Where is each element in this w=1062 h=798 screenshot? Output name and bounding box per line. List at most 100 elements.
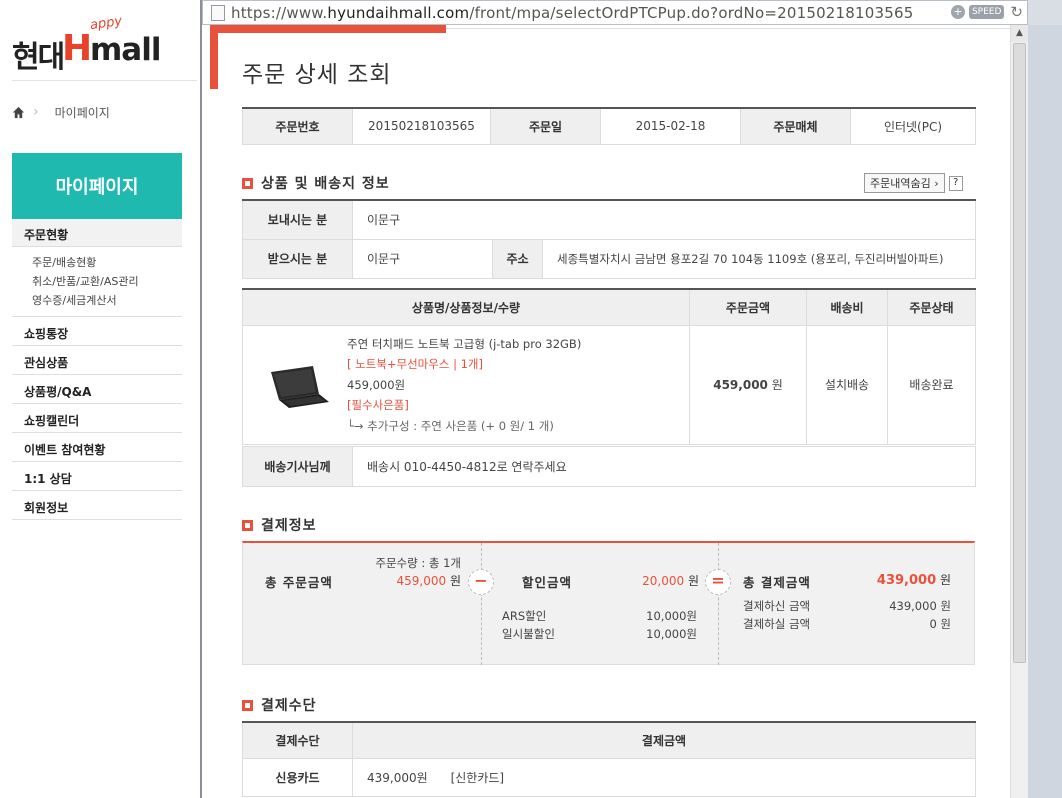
sidebar-subitem-cancel-return[interactable]: 취소/반품/교환/AS관리 [32,272,182,291]
sidebar-item-wishlist[interactable]: 관심상품 [12,346,182,375]
laptop-product-image[interactable] [263,358,333,412]
order-amount-unit: 원 [771,378,783,393]
col-header-product: 상품명/상품정보/수량 [242,288,690,326]
receiver-label: 받으시는 분 [242,238,353,279]
product-price: 459,000원 [347,377,406,392]
unit-won: 원 [449,574,461,588]
discount-label: 할인금액 [522,575,573,590]
address-bar-actions: + SPEED ↻ [950,3,1023,21]
breadcrumb: › 마이페이지 [12,102,110,122]
shipping-type: 설치배송 [806,324,888,445]
sidebar-item-reviews-qa[interactable]: 상품평/Q&A [12,375,182,404]
sidebar-submenu: 주문/배송현황 취소/반품/교환/AS관리 영수증/세금계산서 [12,247,182,317]
sidebar-item-shopping-account[interactable]: 쇼핑통장 [12,317,182,346]
total-order-amount: 459,000 원 [375,572,462,589]
col-header-amount: 주문금액 [689,288,807,326]
url-path: /front/mpa/selectOrdPTCPup.do?ordNo=2015… [469,3,914,22]
product-name[interactable]: 주연 터치패드 노트북 고급형 (j-tab pro 32GB) [347,334,581,355]
payment-divider [481,543,482,665]
payment-section-heading: 결제정보 [242,515,317,535]
table-row: 보내시는 분 이문구 [242,199,977,240]
table-row: 주연 터치패드 노트북 고급형 (j-tab pro 32GB) [ 노트북+무… [242,324,976,445]
sidebar-item-events[interactable]: 이벤트 참여현황 [12,433,182,462]
sidebar-item-order-status[interactable]: 주문현황 [12,219,182,247]
table-row: 신용카드 439,000원 [신한카드] [242,757,976,797]
method-amount-cell: 439,000원 [신한카드] [352,757,976,797]
help-button[interactable]: ? [948,175,963,191]
card-name: [신한카드] [450,770,505,785]
order-date-value: 2015-02-18 [600,107,741,145]
sidebar-item-consult[interactable]: 1:1 상담 [12,462,182,491]
sidebar-subitem-receipt[interactable]: 영수증/세금계산서 [32,291,182,310]
section-bullet-icon [242,177,253,189]
sidebar-item-member-info[interactable]: 회원정보 [12,491,182,520]
url-text[interactable]: https://www.hyundaihmall.com/front/mpa/s… [231,4,914,22]
page-title: 주문 상세 조회 [242,62,392,88]
discount-item-name: 일시불할인 [502,627,555,641]
extra-component: └→ 추가구성 : 주연 사은품 (+ 0 원/ 1 개) [347,418,554,433]
chevron-right-icon: › [33,104,39,120]
sidebar-subitem-order-delivery[interactable]: 주문/배송현황 [32,253,182,272]
order-no-label: 주문번호 [242,107,353,145]
col-header-pay-amount: 결제금액 [352,721,976,759]
payment-divider [718,543,719,665]
method-value: 신용카드 [242,757,353,797]
col-header-status: 주문상태 [887,288,976,326]
scroll-up-arrow-icon[interactable]: ▲ [1011,25,1028,42]
sidebar-menu: 주문현황 주문/배송현황 취소/반품/교환/AS관리 영수증/세금계산서 쇼핑통… [12,219,182,520]
paid-amount: 439,000 원 [889,599,951,613]
sender-value: 이문구 [351,199,977,240]
delivery-message-value: 배송시 010-4450-4812로 연락주세요 [352,446,976,487]
method-amount: 439,000원 [367,770,428,785]
section-bullet-icon [242,519,253,531]
hmall-logo[interactable]: 현대 H mall appy [12,13,162,75]
vertical-scrollbar[interactable]: ▲ [1010,25,1028,798]
delivery-message-table: 배송기사님께 배송시 010-4450-4812로 연락주세요 [242,446,976,487]
product-section-title: 상품 및 배송지 정보 [261,176,390,192]
url-prefix: https://www. [231,3,328,22]
discount-item-amount: 10,000원 [646,627,697,641]
discount-amount: 20,000 원 [603,572,699,589]
order-detail-popup: https://www.hyundaihmall.com/front/mpa/s… [200,0,1062,798]
order-date-label: 주문일 [490,107,601,145]
payment-section-title: 결제정보 [261,518,317,534]
page-icon [211,4,225,21]
order-channel-label: 주문매체 [740,107,851,145]
delivery-message-label: 배송기사님께 [242,446,353,487]
product-table: 상품명/상품정보/수량 주문금액 배송비 주문상태 주연 터치패드 노트북 고급… [242,288,976,445]
sidebar-item-calendar[interactable]: 쇼핑캘린더 [12,404,182,433]
total-pay-value: 439,000 [876,573,937,588]
reload-icon[interactable]: ↻ [1010,3,1023,21]
order-channel-value: 인터넷(PC) [850,107,976,145]
order-amount-value: 459,000 [713,378,768,393]
title-accent-side [210,33,218,89]
hide-order-button[interactable]: 주문내역숨김 › [864,173,945,193]
due-amount: 0 원 [929,617,951,631]
title-rule [446,28,1010,29]
window-frame-right [1028,25,1062,798]
order-amount-cell: 459,000 원 [689,324,807,445]
breadcrumb-current[interactable]: 마이페이지 [55,104,110,121]
product-cell-inner: 주연 터치패드 노트북 고급형 (j-tab pro 32GB) [ 노트북+무… [243,326,689,445]
speed-badge[interactable]: SPEED [968,5,1005,19]
shield-icon[interactable]: + [950,5,965,19]
table-header-row: 결제수단 결제금액 [242,721,976,759]
sender-label: 보내시는 분 [242,199,353,240]
title-accent-bar [210,25,446,33]
scrollbar-thumb[interactable] [1013,43,1026,663]
product-cell: 주연 터치패드 노트북 고급형 (j-tab pro 32GB) [ 노트북+무… [242,324,690,445]
home-icon[interactable] [12,106,25,119]
order-qty-note: 주문수량 : 총 1개 [375,556,461,570]
minus-icon: − [468,569,494,595]
address-label: 주소 [492,238,543,279]
logo-brand-happy: appy [89,13,124,34]
address-bar[interactable]: https://www.hyundaihmall.com/front/mpa/s… [202,0,1028,25]
shipping-info-table: 보내시는 분 이문구 받으시는 분 이문구 주소 세종특별자치시 금남면 용포2… [242,199,977,279]
discount-item-amount: 10,000원 [646,609,697,623]
product-details: 주연 터치패드 노트북 고급형 (j-tab pro 32GB) [ 노트북+무… [333,326,581,445]
table-row: 받으시는 분 이문구 주소 세종특별자치시 금남면 용포2길 70 104동 1… [242,238,977,279]
table-row: 배송기사님께 배송시 010-4450-4812로 연락주세요 [242,446,976,487]
unit-won: 원 [939,573,951,587]
sidebar-header[interactable]: 마이페이지 [12,153,182,219]
receiver-value: 이문구 [352,238,493,279]
